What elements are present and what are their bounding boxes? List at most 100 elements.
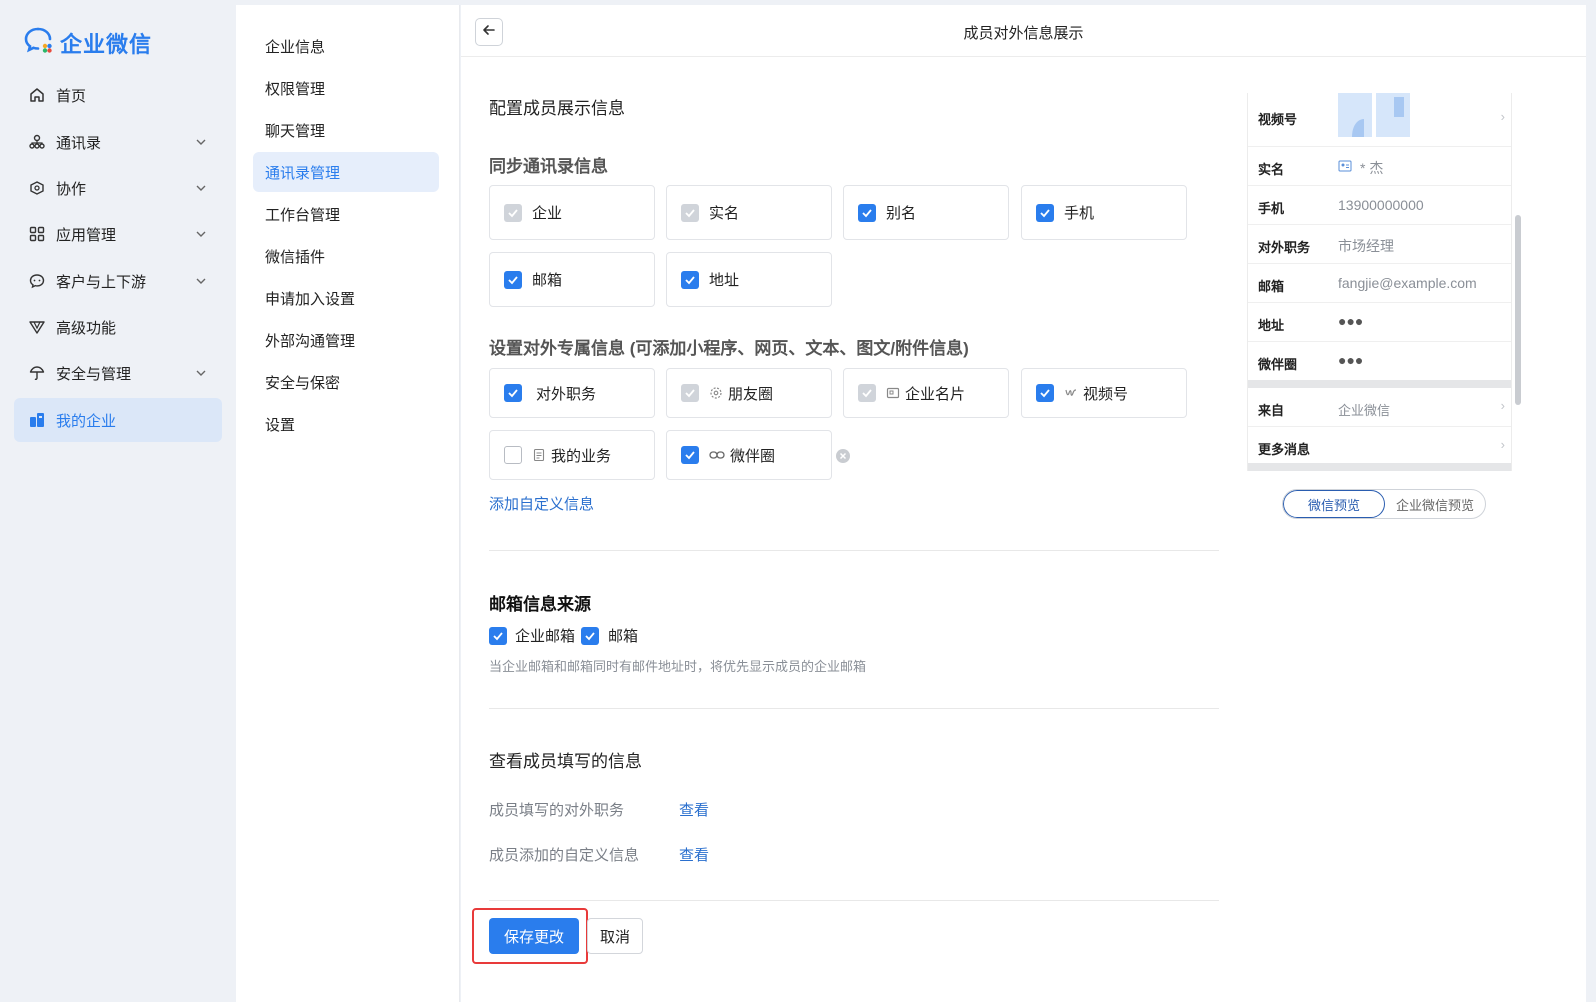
app-logo[interactable]: 企业微信: [24, 26, 152, 59]
nav-item-my-company[interactable]: 我的企业: [14, 398, 222, 442]
checkbox-checked[interactable]: [1036, 203, 1054, 222]
submenu-item-label: 通讯录管理: [265, 164, 341, 182]
sync-option-realname[interactable]: 实名: [666, 185, 832, 240]
checkbox-checked[interactable]: [504, 270, 522, 289]
preview-scrollbar[interactable]: [1515, 215, 1521, 405]
preview-row-more[interactable]: 更多消息 ›: [1248, 427, 1511, 463]
checkbox-checked[interactable]: [504, 384, 522, 402]
checkbox-unchecked[interactable]: [504, 446, 522, 464]
option-label: 对外职务: [536, 385, 597, 403]
member-info-heading: 查看成员填写的信息: [489, 752, 642, 771]
checkbox-disabled: [681, 384, 699, 402]
preview-row-address: 地址 ●●●: [1248, 303, 1511, 342]
submenu-item-label: 聊天管理: [265, 122, 326, 140]
option-label: 企业: [532, 205, 563, 222]
nav-item-label: 安全与管理: [56, 365, 132, 383]
customer-icon: [28, 272, 46, 290]
preview-label: 视频号: [1258, 112, 1298, 127]
external-option-moments[interactable]: 朋友圈: [666, 368, 832, 418]
nav-item-security[interactable]: 安全与管理: [14, 351, 222, 395]
checkbox-checked[interactable]: [681, 446, 699, 464]
checkbox-disabled: [681, 203, 699, 222]
submenu-item-security[interactable]: 安全与保密: [253, 362, 439, 402]
app-name: 企业微信: [60, 31, 153, 57]
option-label: 视频号: [1083, 385, 1129, 403]
wechat-preview-tab[interactable]: 微信预览: [1283, 490, 1385, 518]
view-custom-info-link[interactable]: 查看: [679, 844, 709, 865]
divider: [489, 550, 1219, 551]
submenu-item-company-info[interactable]: 企业信息: [253, 26, 439, 66]
wecom-preview-tab[interactable]: 企业微信预览: [1385, 490, 1485, 518]
nav-item-customer[interactable]: 客户与上下游: [14, 259, 222, 303]
collab-icon: [28, 179, 46, 197]
sync-option-mobile[interactable]: 手机: [1021, 185, 1187, 240]
save-button[interactable]: 保存更改: [489, 918, 579, 954]
remove-icon[interactable]: [835, 448, 851, 469]
channels-thumbnail: [1338, 93, 1410, 140]
nav-item-contacts[interactable]: 通讯录: [14, 120, 222, 164]
checkbox-disabled: [858, 384, 876, 402]
submenu-item-settings[interactable]: 设置: [253, 404, 439, 444]
submenu-item-chat[interactable]: 聊天管理: [253, 110, 439, 150]
sync-option-email[interactable]: 邮箱: [489, 252, 655, 307]
checkbox-disabled: [504, 203, 522, 222]
view-job-title-link[interactable]: 查看: [679, 799, 709, 820]
preview-value: 市场经理: [1338, 238, 1394, 254]
nav-item-apps[interactable]: 应用管理: [14, 212, 222, 256]
sync-option-company[interactable]: 企业: [489, 185, 655, 240]
preview-row-email: 邮箱 fangjie@example.com: [1248, 264, 1511, 303]
option-label: 企业邮箱: [515, 628, 576, 645]
submenu-item-label: 申请加入设置: [265, 290, 356, 308]
checkbox-company-email[interactable]: [489, 626, 507, 645]
add-custom-info-link[interactable]: 添加自定义信息: [489, 493, 594, 514]
checkbox-checked[interactable]: [1036, 384, 1054, 402]
option-label: 实名: [709, 205, 740, 222]
sync-option-alias[interactable]: 别名: [843, 185, 1009, 240]
external-option-weiban[interactable]: 微伴圈: [666, 430, 832, 480]
submenu-item-external-comm[interactable]: 外部沟通管理: [253, 320, 439, 360]
divider: [489, 708, 1219, 709]
top-bar: 成员对外信息展示: [461, 5, 1586, 57]
option-label: 企业名片: [905, 385, 966, 403]
nav-item-home[interactable]: 首页: [14, 73, 222, 117]
preview-value: fangjie@example.com: [1338, 275, 1477, 291]
preview-gap: [1248, 380, 1511, 388]
submenu-item-join-settings[interactable]: 申请加入设置: [253, 278, 439, 318]
nav-item-label: 首页: [56, 87, 87, 105]
preview-gap: [1248, 463, 1511, 471]
settings-submenu: 企业信息 权限管理 聊天管理 通讯录管理 工作台管理 微信插件 申请加入设置 外…: [236, 5, 460, 1002]
preview-value: 13900000000: [1338, 197, 1424, 213]
external-option-channels[interactable]: 视频号: [1021, 368, 1187, 418]
preview-row-weiban: 微伴圈 ●●●: [1248, 342, 1511, 380]
nav-item-advanced[interactable]: 高级功能: [14, 305, 222, 349]
cancel-button[interactable]: 取消: [587, 918, 643, 954]
nav-item-collab[interactable]: 协作: [14, 166, 222, 210]
external-option-my-business[interactable]: 我的业务: [489, 430, 655, 480]
preview-label: 地址: [1258, 318, 1285, 333]
preview-panel: 视频号 › 实名 * 杰 手机 13900000000 对外职务 市场经理 邮箱…: [1247, 93, 1512, 471]
checkbox-checked[interactable]: [681, 270, 699, 289]
preview-row-job-title: 对外职务 市场经理: [1248, 225, 1511, 264]
submenu-item-label: 工作台管理: [265, 206, 341, 224]
submenu-item-label: 微信插件: [265, 248, 326, 266]
company-icon: [28, 411, 46, 429]
preview-row-channels[interactable]: 视频号 ›: [1248, 93, 1511, 147]
preview-row-realname: 实名 * 杰: [1248, 147, 1511, 186]
preview-row-source[interactable]: 来自 企业微信 ›: [1248, 388, 1511, 427]
moments-icon: [709, 386, 723, 400]
submenu-item-workbench[interactable]: 工作台管理: [253, 194, 439, 234]
email-source-hint: 当企业邮箱和邮箱同时有邮件地址时，将优先显示成员的企业邮箱: [489, 659, 867, 674]
checkbox-checked[interactable]: [858, 203, 876, 222]
chevron-down-icon: [194, 366, 208, 384]
external-option-job-title[interactable]: 对外职务: [489, 368, 655, 418]
submenu-item-permissions[interactable]: 权限管理: [253, 68, 439, 108]
option-label: 我的业务: [551, 447, 612, 465]
sync-option-address[interactable]: 地址: [666, 252, 832, 307]
submenu-item-wechat-plugin[interactable]: 微信插件: [253, 236, 439, 276]
external-option-business-card[interactable]: 企业名片: [843, 368, 1009, 418]
option-label: 朋友圈: [728, 385, 774, 403]
checkbox-email[interactable]: [581, 626, 600, 645]
submenu-item-label: 安全与保密: [265, 374, 341, 392]
submenu-item-contacts-management[interactable]: 通讯录管理: [253, 152, 439, 192]
submenu-item-label: 权限管理: [265, 80, 326, 98]
